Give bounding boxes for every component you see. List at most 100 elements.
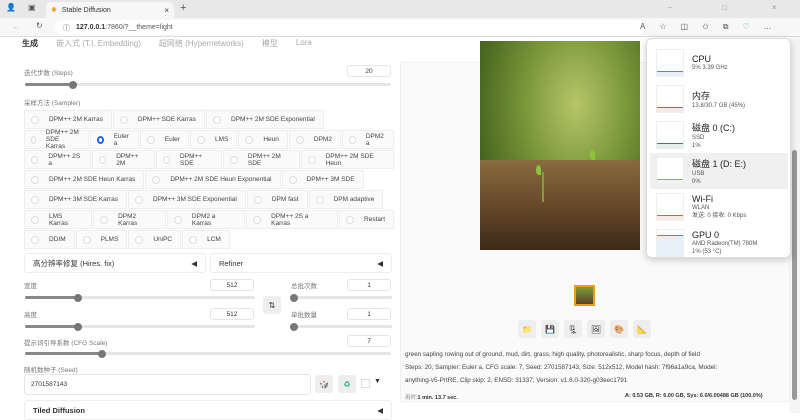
radio-button[interactable]: [230, 155, 238, 164]
sampler-option[interactable]: DPM++ 2M SDE: [223, 150, 301, 169]
tab-embedding[interactable]: 嵌入式 (T.I. Embedding): [56, 38, 141, 56]
extension-icon[interactable]: ♡: [743, 22, 750, 32]
radio-button[interactable]: [135, 235, 144, 244]
radio-button[interactable]: [196, 135, 205, 144]
batch-count-input[interactable]: 1: [347, 279, 391, 291]
image-thumbnail[interactable]: [574, 285, 595, 306]
perf-item-cpu[interactable]: CPU 5% 3.39 GHz: [650, 45, 788, 81]
back-icon[interactable]: ←: [12, 22, 20, 31]
refiner-accordion[interactable]: Refiner ◀: [210, 253, 392, 273]
radio-button[interactable]: [152, 175, 161, 184]
radio-button[interactable]: [98, 155, 107, 164]
radio-button[interactable]: [82, 235, 91, 244]
send-to-extras-icon[interactable]: 📐: [633, 320, 651, 338]
radio-button[interactable]: [31, 175, 39, 184]
sampler-option[interactable]: LMS Karras: [24, 210, 93, 229]
tiled-diffusion-accordion[interactable]: Tiled Diffusion ◀: [24, 400, 392, 420]
sampler-option[interactable]: DPM++ 2S a: [24, 150, 91, 169]
tab-models[interactable]: 模型: [262, 38, 278, 56]
perf-item-wi-fi[interactable]: Wi-Fi WLAN 发送: 0 接收: 0 Kbps: [650, 189, 788, 225]
batch-size-input[interactable]: 1: [347, 308, 391, 320]
sampler-option[interactable]: Restart: [339, 210, 394, 229]
cfg-slider[interactable]: [25, 349, 391, 358]
radio-button[interactable]: [189, 235, 198, 244]
tab-actions-icon[interactable]: ▣: [28, 3, 36, 12]
close-window-button[interactable]: ×: [772, 3, 777, 12]
sampler-option[interactable]: LMS: [189, 130, 238, 149]
sampler-option[interactable]: DPM2 a: [341, 130, 394, 149]
radio-button[interactable]: [96, 135, 104, 144]
send-to-inpaint-icon[interactable]: 🎨: [610, 320, 628, 338]
sampler-option[interactable]: DPM++ 2M SDE Heun Karras: [24, 170, 145, 189]
sampler-option[interactable]: UniPC: [128, 230, 182, 249]
radio-button[interactable]: [162, 155, 171, 164]
read-aloud-icon[interactable]: A: [640, 22, 645, 32]
sampler-option[interactable]: DPM++ 2M: [91, 150, 155, 169]
browser-tab[interactable]: ✺ Stable Diffusion ×: [46, 2, 174, 18]
sampler-option[interactable]: DDIM: [24, 230, 75, 249]
favorite-icon[interactable]: ☆: [659, 22, 666, 32]
sampler-option[interactable]: LCM: [182, 230, 230, 249]
address-input[interactable]: ⓘ 127.0.0.1:7860/?__theme=light: [55, 20, 645, 35]
sampler-option[interactable]: Heun: [238, 130, 288, 149]
height-input[interactable]: 512: [210, 308, 254, 320]
batch-size-slider[interactable]: [290, 322, 392, 331]
sampler-option[interactable]: DPM2 a Karras: [166, 210, 246, 229]
reload-icon[interactable]: ↻: [36, 21, 43, 30]
radio-button[interactable]: [213, 115, 221, 124]
sampler-option[interactable]: PLMS: [75, 230, 128, 249]
radio-button[interactable]: [31, 115, 39, 124]
sampler-option[interactable]: Euler: [139, 130, 189, 149]
sampler-option[interactable]: Euler a: [89, 130, 139, 149]
new-tab-button[interactable]: +: [180, 2, 186, 14]
radio-button[interactable]: [135, 195, 143, 204]
save-icon[interactable]: 💾: [541, 320, 559, 338]
extra-dropdown-icon[interactable]: ▼: [374, 378, 381, 385]
reuse-seed-icon[interactable]: ♻: [338, 375, 356, 393]
more-icon[interactable]: …: [764, 22, 772, 32]
radio-button[interactable]: [119, 115, 128, 124]
width-slider[interactable]: [25, 293, 255, 302]
perf-item--1-d-e-[interactable]: 磁盘 1 (D: E:) USB 0%: [650, 153, 788, 189]
steps-input[interactable]: 20: [347, 65, 391, 77]
radio-button[interactable]: [315, 195, 324, 204]
profile-icon[interactable]: 👤: [6, 3, 16, 12]
sampler-option[interactable]: DPM++ SDE Karras: [112, 110, 205, 129]
swap-dimensions-button[interactable]: ⇅: [263, 296, 281, 314]
collections-icon[interactable]: ⧉: [723, 22, 729, 32]
sampler-option[interactable]: DPM++ 2M SDE Heun: [301, 150, 395, 169]
sampler-option[interactable]: DPM++ 3M SDE Karras: [24, 190, 127, 209]
sampler-option[interactable]: DPM++ 3M SDE Exponential: [128, 190, 246, 209]
radio-button[interactable]: [31, 195, 39, 204]
extra-seed-checkbox[interactable]: [361, 379, 370, 388]
split-screen-icon[interactable]: ◫: [681, 22, 689, 32]
radio-button[interactable]: [31, 215, 39, 224]
steps-slider[interactable]: [25, 80, 391, 89]
radio-button[interactable]: [253, 215, 262, 224]
perf-item-gpu-0[interactable]: GPU 0 AMD Radeon(TM) 780M 1% (53 °C): [650, 225, 788, 261]
radio-button[interactable]: [346, 215, 355, 224]
sampler-option[interactable]: DPM++ 2M SDE Exponential: [206, 110, 324, 129]
sampler-option[interactable]: DPM++ 2M Karras: [24, 110, 112, 129]
batch-count-slider[interactable]: [290, 293, 392, 302]
maximize-button[interactable]: □: [722, 3, 727, 12]
radio-button[interactable]: [295, 135, 304, 144]
sampler-option[interactable]: DPM2: [288, 130, 341, 149]
open-folder-icon[interactable]: 📁: [518, 320, 536, 338]
radio-button[interactable]: [245, 135, 254, 144]
perf-item--0-c-[interactable]: 磁盘 0 (C:) SSD 1%: [650, 117, 788, 153]
sampler-option[interactable]: DPM adaptive: [308, 190, 384, 209]
height-slider[interactable]: [25, 322, 255, 331]
radio-button[interactable]: [308, 155, 316, 164]
width-input[interactable]: 512: [210, 279, 254, 291]
perf-item--[interactable]: 内存 13.8/30.7 GB (45%): [650, 81, 788, 117]
send-to-img2img-icon[interactable]: 🖼: [587, 320, 605, 338]
tab-generate[interactable]: 生成: [22, 38, 38, 56]
radio-button[interactable]: [100, 215, 109, 224]
radio-button[interactable]: [253, 195, 262, 204]
random-seed-dice-icon[interactable]: 🎲: [315, 375, 333, 393]
sampler-option[interactable]: DPM++ 2M SDE Heun Exponential: [145, 170, 281, 189]
minimize-button[interactable]: –: [668, 3, 672, 12]
tab-hypernetworks[interactable]: 超网络 (Hypernetworks): [159, 38, 244, 56]
sampler-option[interactable]: DPM++ 2S a Karras: [246, 210, 339, 229]
